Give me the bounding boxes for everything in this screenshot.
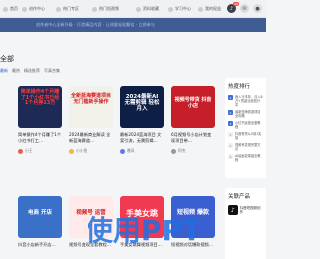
nav-favorites[interactable]: 资料收藏 — [136, 5, 159, 13]
rank-item[interactable]: 2 最新蓝海赛道项目全攻略 — [228, 110, 263, 118]
rank-text: 我入行半年，月入8万+的副业经验分享 — [235, 95, 263, 107]
product-name: 抖音短视频创作 — [239, 206, 261, 214]
rank-number: 1 — [228, 95, 233, 100]
card-title[interactable]: 6月视频号小店计划变现项目带… — [171, 132, 215, 144]
notification-button[interactable]: ♪ 99 — [227, 2, 239, 13]
card-thumbnail[interactable]: 全新蓝海赛道项目 无门槛新手操作 — [69, 86, 113, 128]
author-name[interactable]: 晚风 — [127, 148, 135, 154]
thumbnail-caption: 简单操作4个月赚了1个小红书已经1个月挣13万 — [20, 89, 60, 106]
content-card[interactable]: 短视频 爆款 短视频对话爆款视频… — [171, 196, 215, 254]
content-card[interactable]: 手美女跳 手美女跳舞视频项目… — [120, 196, 164, 254]
notification-badge: 99 — [233, 2, 239, 6]
filter-latest[interactable]: 最新 — [0, 68, 8, 74]
card-title[interactable]: 抖音小店新手开店… — [18, 242, 62, 254]
rank-number: 4 — [228, 132, 233, 137]
card-title[interactable]: 手美女跳舞视频项目… — [120, 242, 164, 254]
content-card[interactable]: 2024最新AI 无需剪辑 轻松月入 最新2024蓝海项目 文案引流，无需剪辑…… — [120, 86, 164, 154]
tiktok-icon: ♪ — [228, 205, 238, 215]
card-meta: 阿杰 — [171, 148, 215, 154]
rank-item[interactable]: 4 抖音带货从0到1实操 — [228, 132, 263, 140]
card-thumbnail[interactable]: 简单操作4个月赚了1个小红书已经1个月挣13万 — [18, 86, 62, 128]
page-title: 全部 — [0, 55, 14, 63]
rank-number: 5 — [228, 143, 233, 148]
filter-featured[interactable]: 精选推荐 — [24, 68, 40, 74]
user-icon: ● — [255, 5, 260, 12]
thumbnail-caption: 电商 开店 — [28, 210, 52, 216]
top-nav-bar: 首页 创作中心 热门专区 热门短视频 资料收藏 学习中心 我的权益 ♪ 99 ✉ … — [0, 0, 266, 18]
rank-text: AI绘画变现副业教程 — [235, 154, 261, 162]
card-title[interactable]: 2024最新商业解读 全新蓝海赛道… — [69, 132, 113, 144]
content-card[interactable]: 全新蓝海赛道项目 无门槛新手操作 2024最新商业解读 全新蓝海赛道… 小小鱼 — [69, 86, 113, 154]
card-thumbnail[interactable]: 视频号带货 抖音小店 — [171, 86, 215, 128]
thumbnail-caption: 全新蓝海赛道项目 无门槛新手操作 — [71, 93, 112, 105]
video-icon — [92, 6, 97, 12]
card-meta: 小小鱼 — [69, 148, 113, 154]
card-thumbnail[interactable]: 2024最新AI 无需剪辑 轻松月入 — [120, 86, 164, 128]
card-title[interactable]: 简单操作4个月赚了1个小红书打工… — [18, 132, 62, 144]
rank-item[interactable]: 6 AI绘画变现副业教程 — [228, 154, 263, 162]
rank-number: 2 — [228, 110, 233, 115]
hot-ranking-title: 热度排行 — [228, 84, 251, 90]
hot-icon — [56, 6, 61, 12]
related-products-panel: 关联产品 ♪ 抖音短视频创作 — [225, 188, 266, 259]
rank-item[interactable]: 5 视频号变现完整方法 — [228, 143, 263, 151]
content-card[interactable]: 视频号 运营 视频号变现全套教程… — [69, 196, 113, 254]
home-icon — [3, 6, 8, 12]
chat-icon: ✉ — [242, 5, 247, 12]
nav-create[interactable]: 创作中心 — [22, 5, 45, 13]
author-name[interactable]: 小王 — [25, 148, 33, 154]
rank-text: 抖音带货从0到1实操 — [235, 132, 262, 140]
rank-text: 小红书运营全套教程 — [235, 121, 261, 129]
filter-hottest[interactable]: 最热 — [12, 68, 20, 74]
card-thumbnail[interactable]: 电商 开店 — [18, 196, 62, 238]
nav-rights[interactable]: 我的权益 — [198, 5, 221, 13]
card-thumbnail[interactable]: 手美女跳 — [120, 196, 164, 238]
author-avatar — [171, 148, 176, 154]
filter-tabs: 最新 最热 精选推荐 写真合集 — [0, 68, 60, 74]
hot-ranking-panel: 热度排行 1 我入行半年，月入8万+的副业经验分享 2 最新蓝海赛道项目全攻略 3小… — [225, 78, 266, 178]
rank-item[interactable]: 1 我入行半年，月入8万+的副业经验分享 — [228, 95, 263, 107]
bookmark-icon — [136, 6, 141, 12]
related-title: 关联产品 — [228, 194, 251, 200]
create-icon — [22, 6, 27, 12]
rank-number: 6 — [228, 154, 233, 159]
card-meta: 晚风 — [120, 148, 164, 154]
rank-text: 视频号变现完整方法 — [235, 143, 261, 151]
nav-hot-zone[interactable]: 热门专区 — [56, 5, 79, 13]
card-thumbnail[interactable]: 视频号 运营 — [69, 196, 113, 238]
filter-album[interactable]: 写真合集 — [44, 68, 60, 74]
thumbnail-caption: 视频号 运营 — [76, 210, 106, 216]
card-thumbnail[interactable]: 短视频 爆款 — [171, 196, 215, 238]
thumbnail-caption: 2024最新AI 无需剪辑 轻松月入 — [124, 94, 160, 113]
content-card[interactable]: 简单操作4个月赚了1个小红书已经1个月挣13万 简单操作4个月赚了1个小红书打工… — [18, 86, 62, 154]
author-avatar — [18, 148, 23, 154]
card-meta: 小王 — [18, 148, 62, 154]
rank-item[interactable]: 3 小红书运营全套教程 — [228, 121, 263, 129]
author-name[interactable]: 阿杰 — [178, 148, 186, 154]
nav-short-video[interactable]: 热门短视频 — [92, 5, 119, 13]
book-icon — [168, 6, 173, 12]
thumbnail-caption: 短视频 爆款 — [176, 209, 210, 216]
nav-learning[interactable]: 学习中心 — [168, 5, 191, 13]
author-name[interactable]: 小小鱼 — [76, 148, 87, 154]
hero-text: 创作者中心全新升级 · 打造精品内容 · 让流量轻松翻倍 · 立即参与 — [36, 22, 155, 27]
message-button[interactable]: ✉ — [240, 4, 249, 13]
hero-banner: 创作者中心全新升级 · 打造精品内容 · 让流量轻松翻倍 · 立即参与 — [0, 18, 266, 32]
card-title[interactable]: 视频号变现全套教程… — [69, 242, 113, 254]
author-avatar — [69, 148, 74, 154]
avatar[interactable]: ● — [253, 4, 262, 13]
thumbnail-caption: 手美女跳 — [126, 209, 158, 218]
content-card[interactable]: 视频号带货 抖音小店 6月视频号小店计划变现项目带… 阿杰 — [171, 86, 215, 154]
content-card[interactable]: 电商 开店 抖音小店新手开店… — [18, 196, 62, 254]
card-title[interactable]: 最新2024蓝海项目 文案引流，无需剪辑… — [120, 132, 164, 144]
product-item[interactable]: ♪ 抖音短视频创作 — [228, 205, 263, 215]
card-title[interactable]: 短视频对话爆款视频… — [171, 242, 215, 254]
thumbnail-caption: 视频号带货 抖音小店 — [174, 97, 212, 109]
author-avatar — [120, 148, 125, 154]
rank-text: 最新蓝海赛道项目全攻略 — [235, 110, 261, 118]
crown-icon — [198, 6, 203, 12]
nav-home[interactable]: 首页 — [3, 5, 18, 13]
bell-icon: ♪ — [229, 5, 234, 12]
rank-number: 3 — [228, 121, 233, 126]
